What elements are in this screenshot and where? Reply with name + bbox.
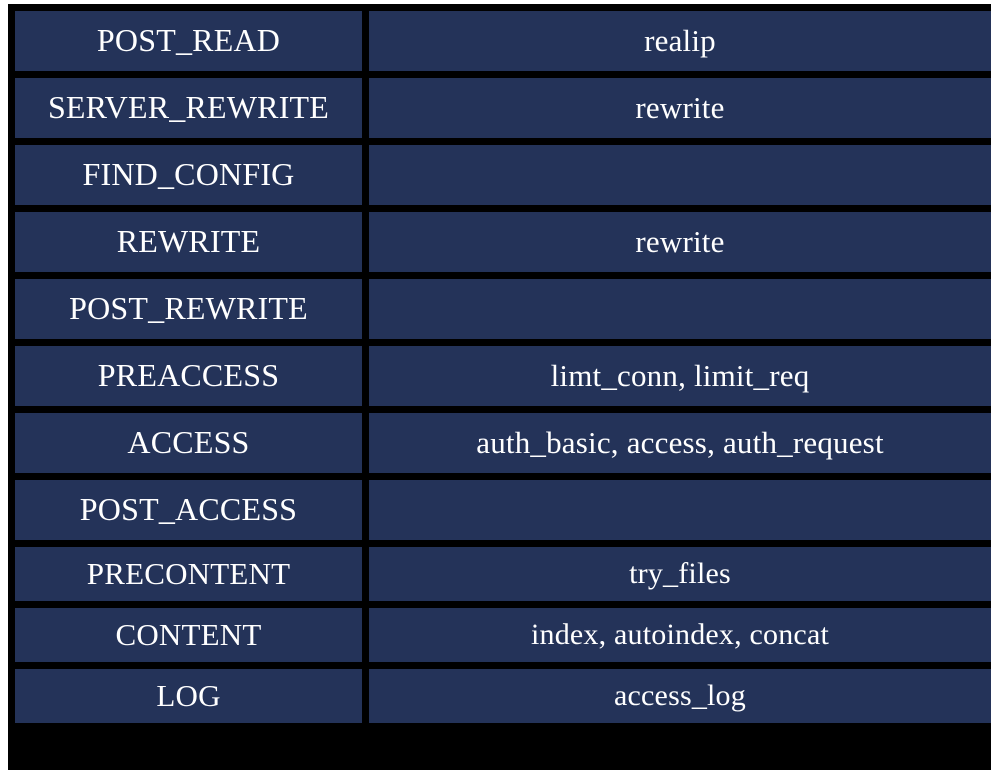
phase-name-label: POST_ACCESS [79, 491, 298, 528]
table-row: REWRITE rewrite [15, 212, 991, 272]
phase-modules-label: limt_conn, limit_req [550, 357, 810, 393]
phase-modules-cell: rewrite [369, 212, 991, 272]
phase-name-label: ACCESS [127, 424, 250, 461]
phase-modules-cell [369, 145, 991, 205]
phase-modules-label: access_log [614, 679, 746, 713]
phase-name-cell: POST_REWRITE [15, 279, 362, 339]
phase-modules-cell: limt_conn, limit_req [369, 346, 991, 406]
phase-name-cell: POST_READ [15, 11, 362, 71]
phase-table-body: POST_READ realip SERVER_REWRITE rewrite FIND… [15, 11, 991, 723]
phase-modules-cell: try_files [369, 547, 991, 601]
table-row: POST_ACCESS [15, 480, 991, 540]
phase-modules-label: rewrite [635, 89, 725, 125]
phase-name-cell: SERVER_REWRITE [15, 78, 362, 138]
phase-name-label: FIND_CONFIG [82, 156, 295, 193]
phase-modules-cell: auth_basic, access, auth_request [369, 413, 991, 473]
phase-name-label: POST_READ [96, 22, 281, 59]
table-row: PREACCESS limt_conn, limit_req [15, 346, 991, 406]
phase-name-label: POST_REWRITE [69, 290, 308, 327]
table-row: PRECONTENT try_files [15, 547, 991, 601]
phase-modules-label: rewrite [635, 223, 725, 259]
phase-name-cell: CONTENT [15, 608, 362, 662]
phase-modules-cell [369, 279, 991, 339]
phase-name-cell: POST_ACCESS [15, 480, 362, 540]
phase-name-cell: ACCESS [15, 413, 362, 473]
phase-name-label: REWRITE [116, 223, 261, 260]
table-row: POST_READ realip [15, 11, 991, 71]
phase-modules-cell: index, autoindex, concat [369, 608, 991, 662]
phase-modules-label: realip [644, 22, 716, 58]
phase-name-label: LOG [156, 677, 221, 713]
phase-modules-label: index, autoindex, concat [530, 618, 830, 652]
phase-modules-cell: realip [369, 11, 991, 71]
phase-name-cell: PREACCESS [15, 346, 362, 406]
phase-name-cell: PRECONTENT [15, 547, 362, 601]
phase-modules-label: try_files [629, 557, 731, 591]
phase-name-label: SERVER_REWRITE [47, 89, 330, 126]
phase-modules-cell: access_log [369, 669, 991, 723]
table-row: LOG access_log [15, 669, 991, 723]
table-row: POST_REWRITE [15, 279, 991, 339]
phase-table-container: POST_READ realip SERVER_REWRITE rewrite FIND… [8, 4, 991, 770]
table-row: FIND_CONFIG [15, 145, 991, 205]
phase-name-label: CONTENT [115, 616, 262, 652]
table-row: ACCESS auth_basic, access, auth_request [15, 413, 991, 473]
phase-name-cell: LOG [15, 669, 362, 723]
nginx-phase-table: POST_READ realip SERVER_REWRITE rewrite FIND… [8, 4, 991, 730]
table-row: SERVER_REWRITE rewrite [15, 78, 991, 138]
phase-name-label: PREACCESS [97, 357, 280, 394]
phase-name-cell: REWRITE [15, 212, 362, 272]
phase-name-label: PRECONTENT [86, 555, 291, 591]
phase-modules-cell [369, 480, 991, 540]
phase-name-cell: FIND_CONFIG [15, 145, 362, 205]
phase-modules-label: auth_basic, access, auth_request [476, 424, 884, 460]
phase-modules-cell: rewrite [369, 78, 991, 138]
table-row: CONTENT index, autoindex, concat [15, 608, 991, 662]
